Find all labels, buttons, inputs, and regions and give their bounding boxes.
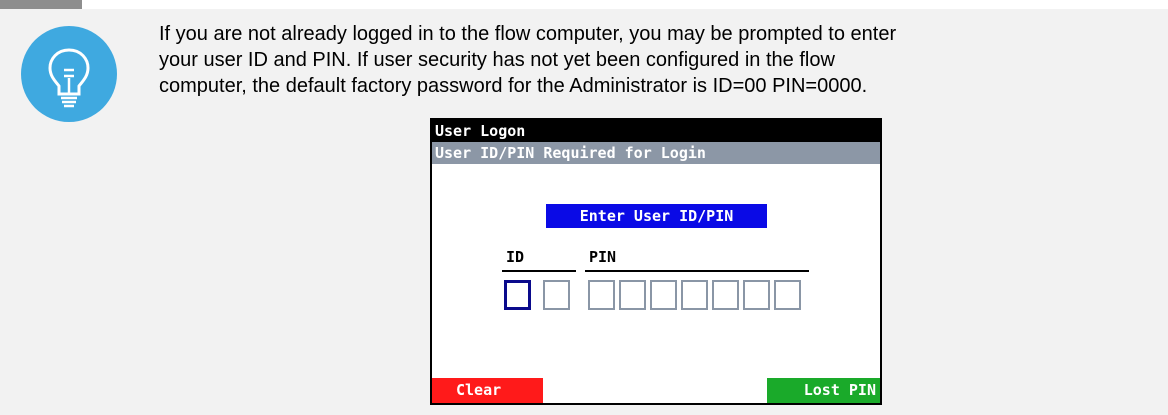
pin-digit-4[interactable] bbox=[681, 280, 708, 310]
pin-digit-5[interactable] bbox=[712, 280, 739, 310]
id-label: ID bbox=[506, 248, 525, 266]
screen-title: User Logon bbox=[432, 120, 880, 142]
id-digit-2[interactable] bbox=[543, 280, 570, 310]
lost-pin-button[interactable]: Lost PIN bbox=[767, 378, 880, 403]
id-digit-1[interactable] bbox=[504, 280, 531, 310]
pin-digit-2[interactable] bbox=[619, 280, 646, 310]
pin-digit-7[interactable] bbox=[774, 280, 801, 310]
user-logon-screen: User Logon User ID/PIN Required for Logi… bbox=[430, 118, 882, 405]
pin-underline bbox=[585, 270, 809, 272]
clear-button[interactable]: Clear bbox=[432, 378, 543, 403]
id-underline bbox=[502, 270, 576, 272]
screen-subtitle: User ID/PIN Required for Login bbox=[432, 142, 880, 164]
lightbulb-icon bbox=[21, 26, 117, 122]
pin-digit-1[interactable] bbox=[588, 280, 615, 310]
section-tab bbox=[0, 0, 82, 9]
pin-digit-6[interactable] bbox=[743, 280, 770, 310]
tip-text-line-3: computer, the default factory password f… bbox=[159, 75, 868, 97]
pin-digit-3[interactable] bbox=[650, 280, 677, 310]
enter-id-pin-prompt: Enter User ID/PIN bbox=[546, 204, 767, 228]
tip-text: If you are not already logged in to the … bbox=[159, 21, 1149, 99]
tip-text-line-2: your user ID and PIN. If user security h… bbox=[159, 49, 835, 71]
tip-note: If you are not already logged in to the … bbox=[0, 9, 1168, 415]
pin-label: PIN bbox=[589, 248, 617, 266]
tip-text-line-1: If you are not already logged in to the … bbox=[159, 23, 897, 45]
